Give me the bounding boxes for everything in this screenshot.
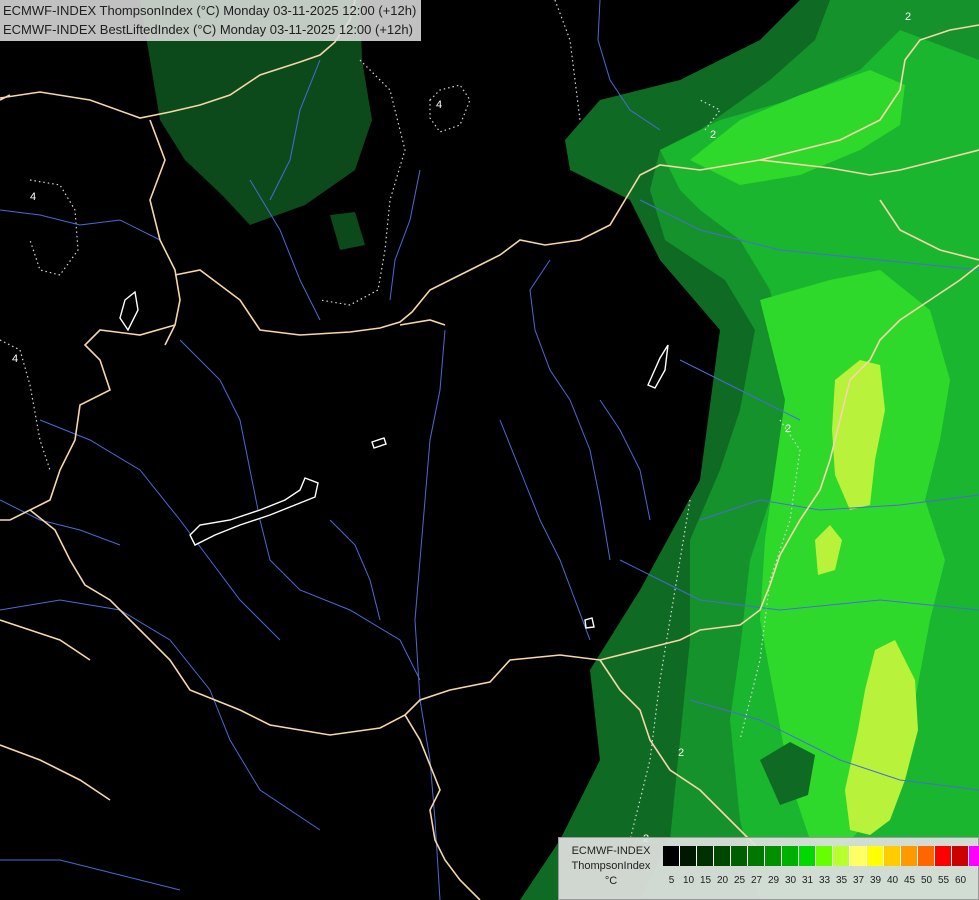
river [389, 169, 421, 301]
legend-tick-label: 31 [801, 875, 814, 886]
legend-swatch [969, 846, 979, 866]
legend-tick-label: 25 [733, 875, 746, 886]
legend-swatch [867, 846, 884, 866]
legend-label-line1: ECMWF-INDEX [571, 845, 651, 857]
legend-swatch [748, 846, 765, 866]
legend-tick-label: 39 [869, 875, 882, 886]
legend-tick-label: 55 [937, 875, 950, 886]
country-border [0, 324, 176, 521]
legend-tick-label: 37 [852, 875, 865, 886]
legend-ticks: 5 10 15 20 25 27 29 30 31 33 35 37 39 40 45 50 55 60 [663, 875, 969, 886]
lake-small [647, 344, 669, 389]
map-title-box: ECMWF-INDEX ThompsonIndex (°C) Monday 03… [0, 0, 422, 41]
river [599, 399, 651, 521]
country-border [0, 619, 91, 661]
legend-tick-label: 15 [699, 875, 712, 886]
legend-swatch [935, 846, 952, 866]
legend-swatch [799, 846, 816, 866]
contour-label: 2 [710, 129, 716, 141]
legend-swatches [663, 846, 979, 866]
index-fill-layer [140, 0, 979, 900]
contour-label: 2 [785, 423, 791, 435]
river [0, 599, 321, 831]
legend-tick-label: 35 [835, 875, 848, 886]
river [179, 339, 421, 681]
legend-tick-label: 60 [954, 875, 967, 886]
legend-swatch [697, 846, 714, 866]
legend-swatch [765, 846, 782, 866]
legend-label-line3: °C [604, 875, 618, 887]
legend-tick-label: 27 [750, 875, 763, 886]
lake-small [119, 290, 139, 332]
contour-line [0, 339, 51, 471]
lake-small [584, 617, 595, 629]
legend-swatch [833, 846, 850, 866]
legend-tick-label: 33 [818, 875, 831, 886]
legend-tick-label: 20 [716, 875, 729, 886]
legend-swatch [663, 846, 680, 866]
legend-swatch [782, 846, 799, 866]
legend-tick-label: 10 [682, 875, 695, 886]
weather-map: 4 4 4 2 2 2 2 2 ECMWF-INDEX ThompsonInde… [0, 0, 979, 900]
legend-swatch [714, 846, 731, 866]
legend-tick-label: 50 [920, 875, 933, 886]
lake-layer [119, 290, 669, 629]
lake-small [371, 437, 387, 449]
legend-swatch [901, 846, 918, 866]
country-border [399, 319, 446, 326]
legend-tick-label: 30 [784, 875, 797, 886]
legend-tick-label: 29 [767, 875, 780, 886]
country-border [404, 714, 481, 900]
legend-swatch [850, 846, 867, 866]
contour-label: 2 [905, 11, 911, 23]
legend-tick-label: 5 [668, 875, 675, 886]
legend-label-line2: ThompsonIndex [571, 860, 651, 872]
contour-line [554, 0, 581, 121]
contour-label: 4 [12, 353, 18, 365]
fill-dark-green-small [330, 212, 365, 250]
legend-swatch [952, 846, 969, 866]
legend-swatch [884, 846, 901, 866]
contour-line [29, 179, 79, 276]
river [0, 209, 161, 241]
map-canvas: 4 4 4 2 2 2 2 2 [0, 0, 979, 900]
legend-swatch [680, 846, 697, 866]
contour-label: 2 [678, 747, 684, 759]
country-border [149, 119, 181, 346]
color-legend: ECMWF-INDEX ThompsonIndex °C 5 10 15 20 25 27… [558, 837, 979, 900]
contour-label: 4 [30, 191, 36, 203]
river [39, 419, 281, 641]
legend-tick-label: 45 [903, 875, 916, 886]
river [0, 859, 181, 891]
legend-swatch [816, 846, 833, 866]
legend-label: ECMWF-INDEX ThompsonIndex °C [563, 844, 659, 889]
river [529, 259, 611, 561]
title-line-1: ECMWF-INDEX ThompsonIndex (°C) Monday 03… [3, 3, 417, 18]
legend-tick-label: 40 [886, 875, 899, 886]
legend-swatch [918, 846, 935, 866]
legend-swatch [731, 846, 748, 866]
contour-label: 4 [436, 99, 442, 111]
river [499, 419, 591, 641]
country-border [0, 744, 111, 801]
title-line-2: ECMWF-INDEX BestLiftedIndex (°C) Monday … [3, 22, 413, 37]
